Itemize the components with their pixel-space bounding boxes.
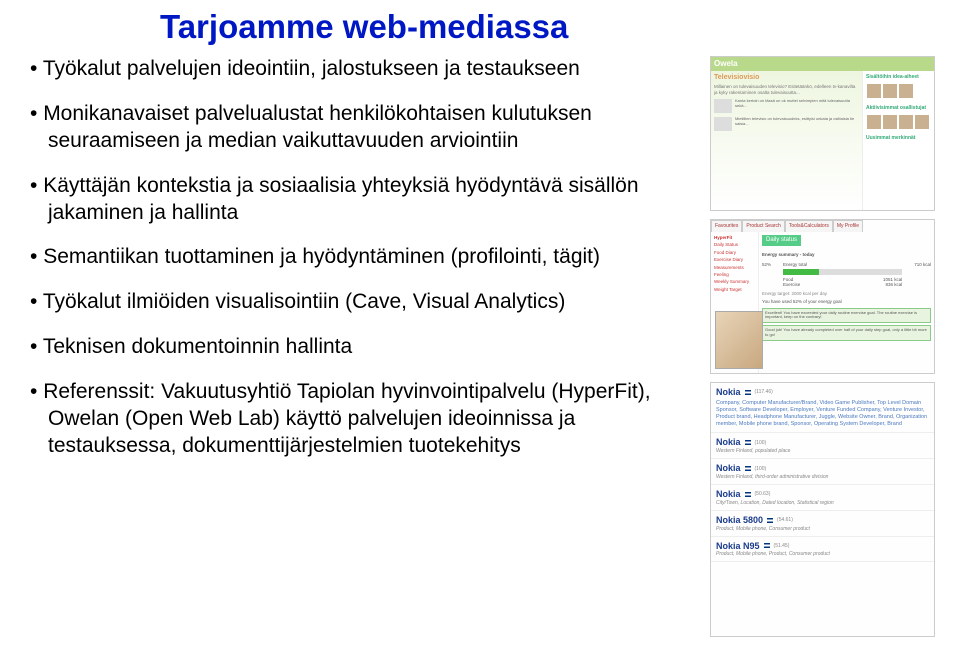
owela-side-thumbs (866, 83, 931, 102)
nk-score: (100) (755, 440, 767, 446)
hf-note: Excellent! You have exceeded your daily … (762, 308, 931, 324)
hf-tab: My Profile (833, 220, 863, 232)
avatar (883, 115, 897, 129)
nk-logo: Nokia (716, 387, 741, 398)
hyperfit-screenshot: Favourites Product Search Tools&Calculat… (710, 219, 935, 374)
nk-result: Nokia (100) Western Finland, third-order … (711, 459, 934, 485)
nk-desc: Western Finland, third-order administrat… (716, 474, 929, 480)
avatar (899, 84, 913, 98)
hf-tab: Favourites (711, 220, 742, 232)
avatar (867, 115, 881, 129)
nk-result: Nokia 5800 (54.61) Product, Mobile phone,… (711, 511, 934, 537)
hf-menu-item: Feeling (714, 272, 755, 277)
owela-heading: Televisiovisio (714, 74, 859, 82)
hf-pct: 52% (762, 262, 771, 288)
owela-body: Televisiovisio Millainen on tulevaisuude… (711, 71, 934, 210)
flag-icon (745, 466, 751, 471)
avatar (867, 84, 881, 98)
hf-tab: Product Search (742, 220, 784, 232)
bullet-context-sharing: Käyttäjän kontekstia ja sosiaalisia yhte… (30, 173, 700, 227)
owela-idea-row: Kanta kertoin on tässä on ok muttei selv… (714, 99, 859, 113)
hf-brand: HyperFit (714, 235, 755, 240)
flag-icon (745, 492, 751, 497)
owela-side-avatars (866, 114, 931, 133)
nk-logo: Nokia N95 (716, 541, 760, 552)
nk-result: Nokia (117.46) Company, Computer Manufact… (711, 383, 934, 433)
hf-val: 836 kcal (885, 282, 902, 287)
hf-user-photo (715, 311, 763, 369)
bullet-tech-docs: Teknisen dokumentoinnin hallinta (30, 334, 700, 361)
owela-blurb: Millainen on tulevaisuuden televisio? Es… (714, 84, 859, 95)
owela-row-text: Mietiliten televisio on tulevaisuudeks, … (735, 117, 859, 127)
nk-logo: Nokia (716, 489, 741, 500)
nk-score: (50.63) (755, 491, 771, 497)
nk-desc: City/Town, Location, Dated location, Sta… (716, 500, 929, 506)
text-column: Työkalut palvelujen ideointiin, jalostuk… (30, 56, 710, 637)
bullet-visualization: Työkalut ilmiöiden visualisointiin (Cave… (30, 289, 700, 316)
hf-menu-item: Measurements (714, 265, 755, 270)
nk-logo: Nokia (716, 463, 741, 474)
thumb-icon (714, 117, 732, 131)
hf-note: Good job! You have already completed ove… (762, 325, 931, 341)
flag-icon (764, 543, 770, 548)
hf-menu-item: Daily Status (714, 242, 755, 247)
hf-bar (783, 269, 902, 275)
bullet-multichannel: Monikanavaiset palvelualustat henkilökoh… (30, 101, 700, 155)
hf-val: 710 kcal (914, 262, 931, 288)
owela-logo: Owela (714, 59, 738, 69)
nk-desc: Product, Mobile phone, Product, Consumer… (716, 551, 929, 557)
hf-used: You have used 52% of your energy goal (762, 299, 931, 304)
hf-menu-item: Food Diary (714, 250, 755, 255)
nk-logo: Nokia 5800 (716, 515, 763, 526)
avatar (915, 115, 929, 129)
owela-main: Televisiovisio Millainen on tulevaisuude… (711, 71, 862, 210)
nk-result: Nokia (50.63) City/Town, Location, Dated … (711, 485, 934, 511)
thumbnail-column: Owela Televisiovisio Millainen on tuleva… (710, 56, 940, 637)
flag-icon (745, 390, 751, 395)
avatar (899, 115, 913, 129)
nk-desc: Company, Computer Manufacturer/Brand, Vi… (716, 400, 929, 429)
hf-menu-item: Exercise Diary (714, 257, 755, 262)
slide-title: Tarjoamme web-mediassa (160, 8, 940, 46)
thumb-icon (714, 99, 732, 113)
hf-sum-label: Energy summary - today (762, 252, 931, 257)
hyperfit-main: Daily status Energy summary - today 52% … (759, 232, 934, 373)
nk-score: (117.46) (755, 389, 773, 395)
hf-tab: Tools&Calculators (785, 220, 833, 232)
bullet-references: Referenssit: Vakuutusyhtiö Tapiolan hyvi… (30, 379, 700, 460)
owela-sidebar: Sisältöihin idea-aiheet Aktiivisimmat os… (862, 71, 934, 210)
nk-score: (100) (755, 466, 767, 472)
hf-title: Daily status (762, 235, 801, 246)
flag-icon (745, 440, 751, 445)
hyperfit-tabs: Favourites Product Search Tools&Calculat… (711, 220, 934, 232)
hf-summary: Energy summary - today 52% Energy total … (762, 252, 931, 341)
owela-idea-row: Mietiliten televisio on tulevaisuudeks, … (714, 117, 859, 131)
nokia-search-screenshot: Nokia (117.46) Company, Computer Manufact… (710, 382, 935, 637)
avatar (883, 84, 897, 98)
nk-logo: Nokia (716, 437, 741, 448)
hf-menu-item: Weekly Summary (714, 279, 755, 284)
content-row: Työkalut palvelujen ideointiin, jalostuk… (30, 56, 940, 637)
owela-screenshot: Owela Televisiovisio Millainen on tuleva… (710, 56, 935, 211)
hf-row-exercise: Exercise (783, 282, 800, 287)
hf-col-label: Energy total (783, 262, 902, 267)
owela-side-heading: Uusimmat merkinnät (866, 135, 931, 141)
owela-side-heading: Aktiivisimmat osallistujat (866, 105, 931, 111)
bullet-semantics: Semantiikan tuottaminen ja hyödyntäminen… (30, 244, 700, 271)
flag-icon (767, 518, 773, 523)
owela-side-heading: Sisältöihin idea-aiheet (866, 74, 931, 80)
owela-row-text: Kanta kertoin on tässä on ok muttei selv… (735, 99, 859, 109)
nk-result: Nokia (100) Western Finland, populated pl… (711, 433, 934, 459)
slide-container: Tarjoamme web-mediassa Työkalut palveluj… (0, 0, 960, 645)
nk-desc: Product, Mobile phone, Consumer product (716, 526, 929, 532)
hf-menu-item: Weight Target (714, 287, 755, 292)
bullet-tools-ideation: Työkalut palvelujen ideointiin, jalostuk… (30, 56, 700, 83)
nk-result: Nokia N95 (51.45) Product, Mobile phone, … (711, 537, 934, 563)
hf-target: Energy target: 2000 kcal per day (762, 291, 931, 296)
nk-desc: Western Finland, populated place (716, 448, 929, 454)
nk-score: (54.61) (777, 517, 793, 523)
nk-score: (51.45) (774, 543, 790, 549)
owela-header: Owela (711, 57, 934, 71)
